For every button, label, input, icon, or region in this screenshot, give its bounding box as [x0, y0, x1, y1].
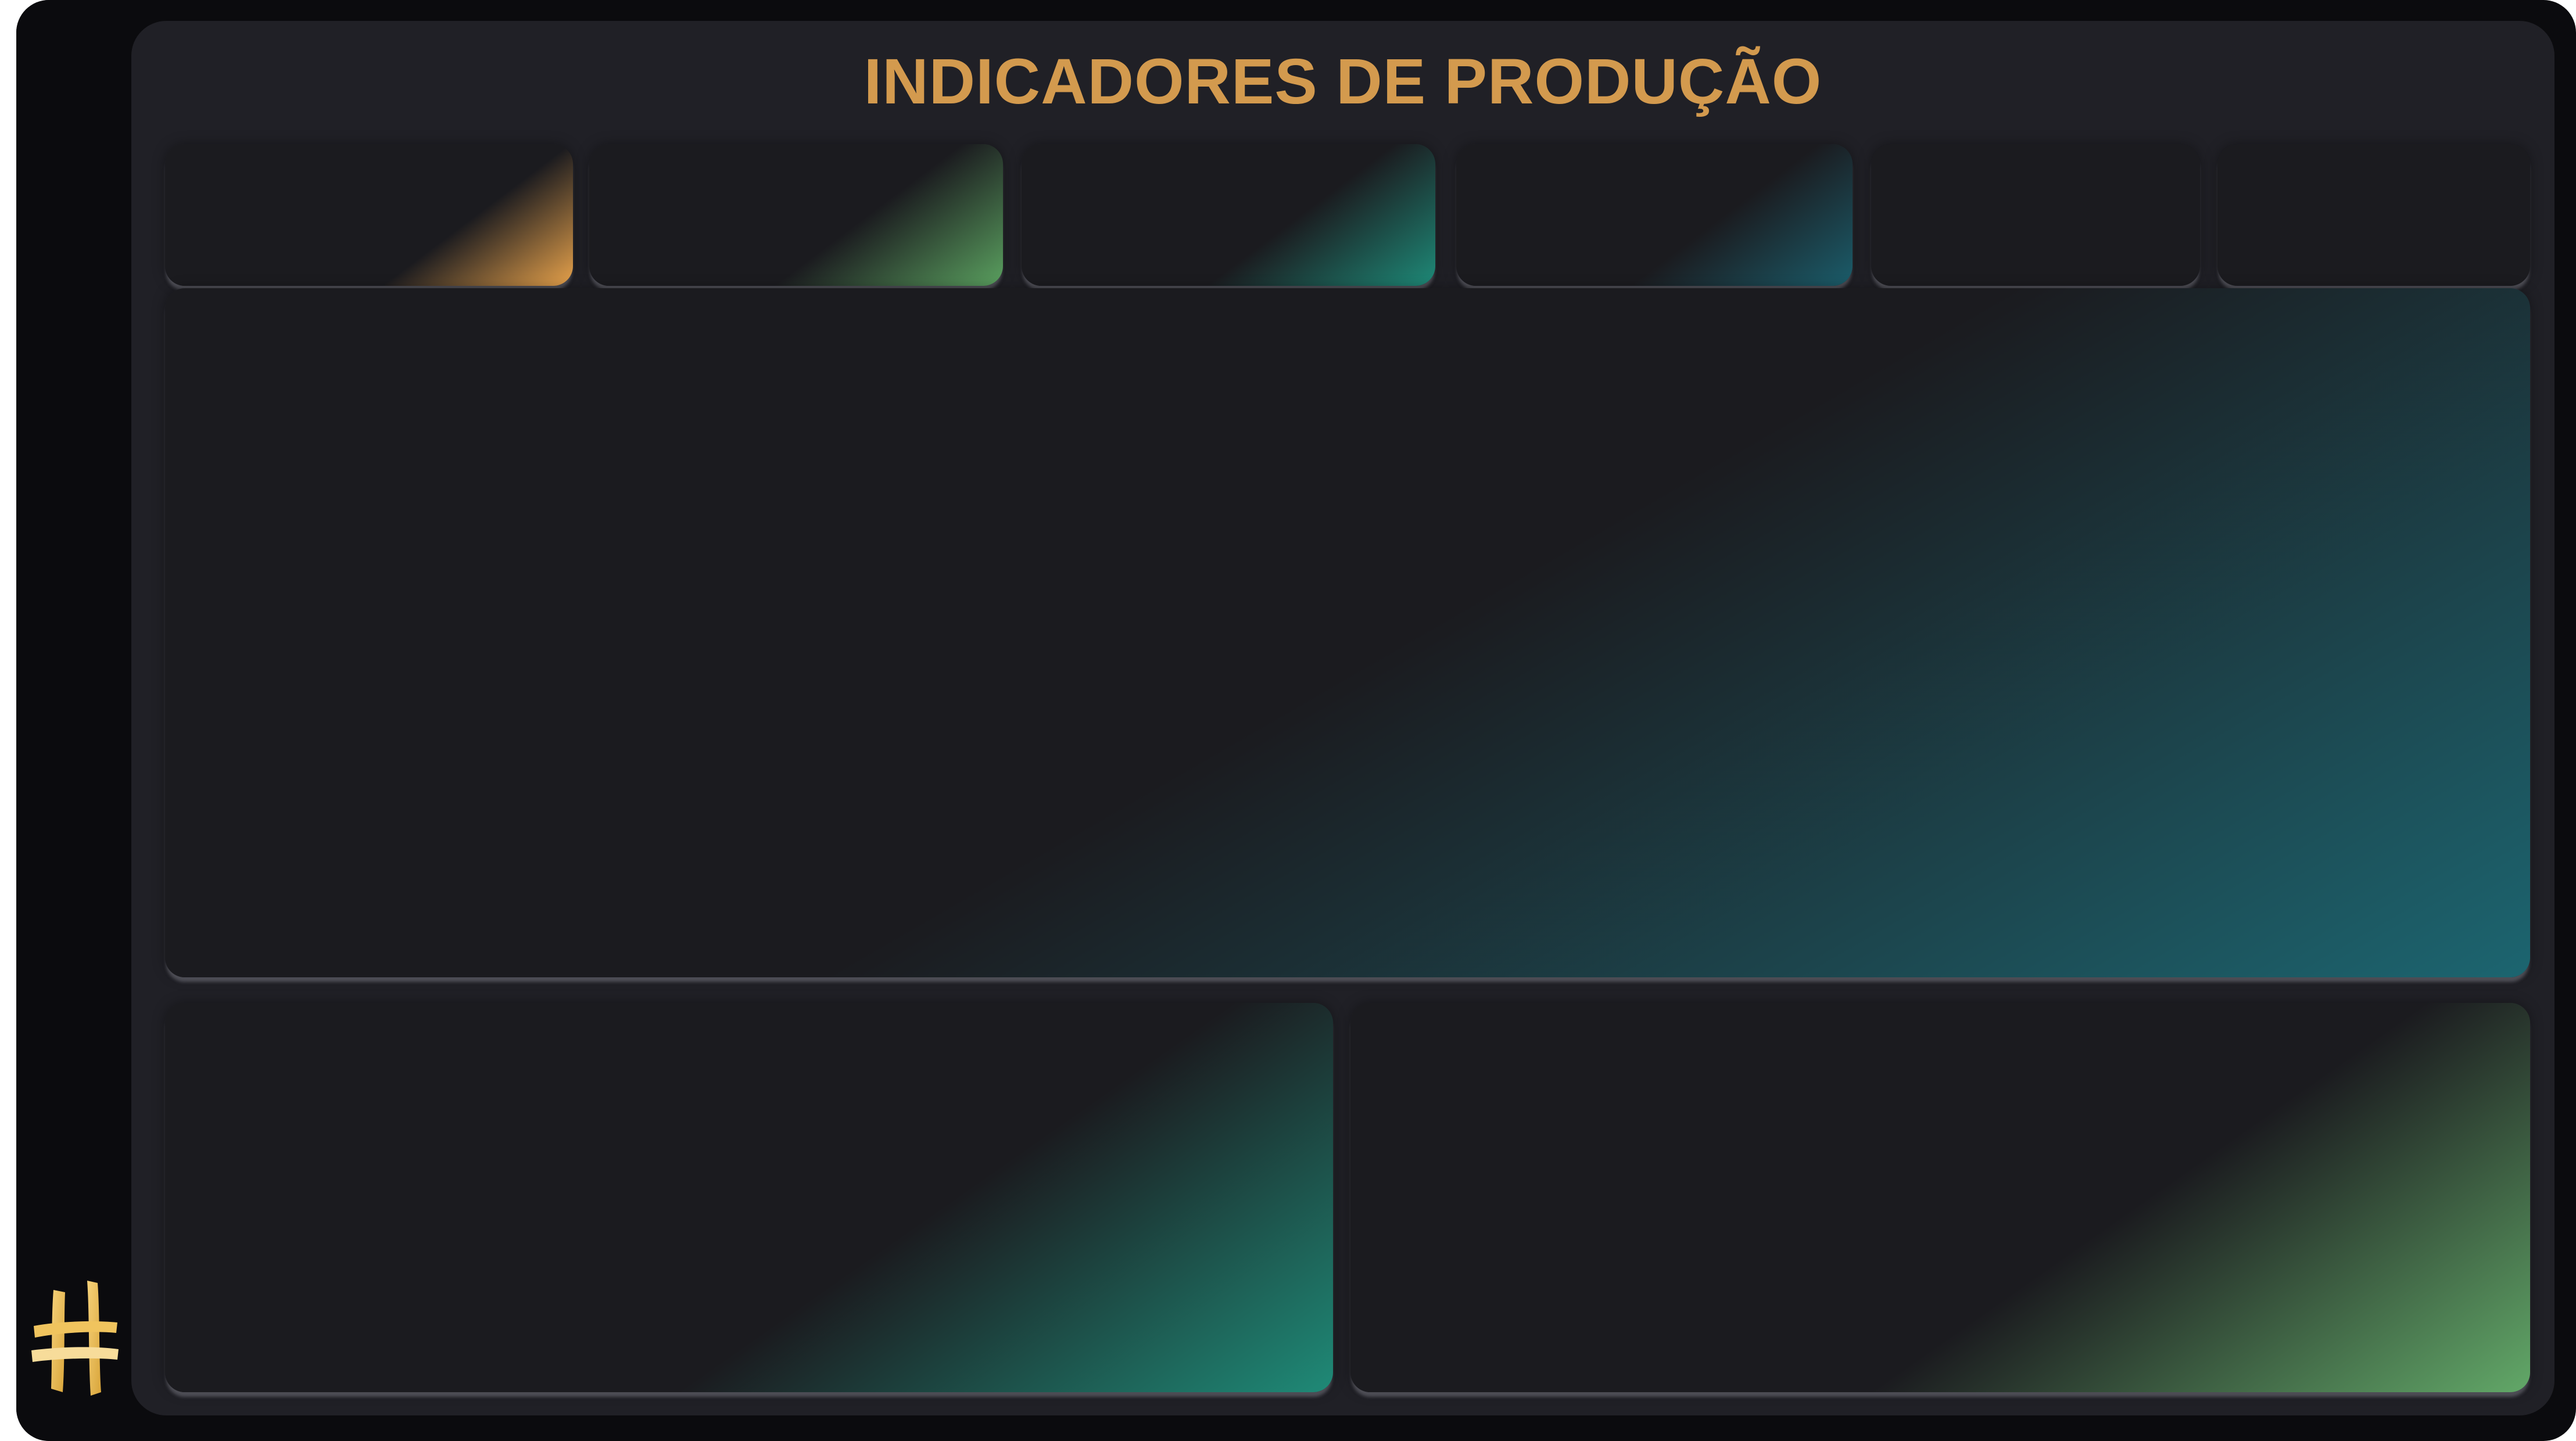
- kpi-card-5[interactable]: [1871, 144, 2200, 286]
- dashboard-panel: INDICADORES DE PRODUÇÃO: [131, 21, 2554, 1415]
- kpi-card-2[interactable]: [589, 144, 1003, 286]
- kpi-card-1[interactable]: [165, 144, 573, 286]
- page-title: INDICADORES DE PRODUÇÃO: [864, 46, 1822, 117]
- bottom-right-chart-panel[interactable]: [1350, 1003, 2530, 1392]
- main-chart-panel[interactable]: [165, 288, 2530, 977]
- kpi-card-3[interactable]: [1022, 144, 1435, 286]
- bottom-left-chart-panel[interactable]: [165, 1003, 1333, 1392]
- sidebar: [16, 0, 131, 1441]
- hash-logo-icon[interactable]: [29, 1272, 122, 1400]
- kpi-card-6[interactable]: [2217, 144, 2530, 286]
- kpi-card-4[interactable]: [1456, 144, 1853, 286]
- app-frame: INDICADORES DE PRODUÇÃO: [16, 0, 2576, 1441]
